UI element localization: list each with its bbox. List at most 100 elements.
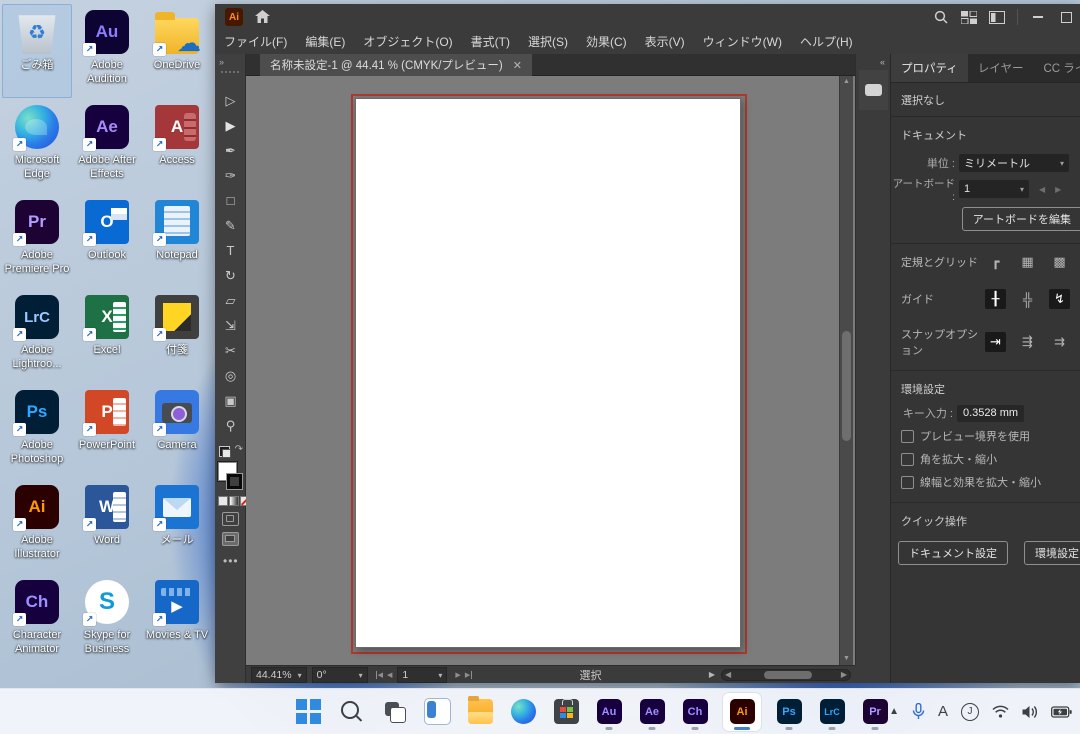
- document-setup-button[interactable]: ドキュメント設定: [898, 541, 1008, 565]
- taskbar-start-button[interactable]: [293, 693, 323, 731]
- artboard-dropdown[interactable]: 1: [959, 180, 1029, 198]
- zoom-level-dropdown[interactable]: 44.41%: [251, 667, 307, 683]
- tray-overflow-icon[interactable]: ▲: [889, 706, 899, 717]
- menu-item[interactable]: 書式(T): [462, 30, 519, 54]
- next-artboard-icon[interactable]: ▶: [455, 671, 460, 679]
- toolbar-drag-handle[interactable]: [221, 71, 239, 73]
- panel-tab[interactable]: プロパティ: [891, 54, 968, 82]
- menu-item[interactable]: 選択(S): [519, 30, 577, 54]
- desktop-icon-notepad[interactable]: Notepad: [142, 194, 212, 288]
- edit-guides-button[interactable]: ↯: [1049, 289, 1070, 309]
- rotation-dropdown[interactable]: 0°: [312, 667, 368, 683]
- previous-artboard-icon[interactable]: ◀: [387, 671, 392, 679]
- desktop-icon-skype[interactable]: S Skype for Business: [72, 574, 142, 668]
- shape-builder-tool[interactable]: ◎: [219, 363, 243, 388]
- taskbar-store[interactable]: [551, 693, 581, 731]
- menu-item[interactable]: 表示(V): [636, 30, 694, 54]
- desktop-icon-access[interactable]: A Access: [142, 99, 212, 193]
- previous-artboard-icon[interactable]: ◀: [1039, 185, 1045, 194]
- desktop-icon-recycle-bin[interactable]: ごみ箱: [2, 4, 72, 98]
- desktop-icon-mail[interactable]: メール: [142, 479, 212, 573]
- desktop-icon-photoshop[interactable]: Ps Adobe Photoshop: [2, 384, 72, 478]
- taskbar-edge[interactable]: [508, 693, 538, 731]
- desktop-icon-powerpoint[interactable]: P PowerPoint: [72, 384, 142, 478]
- gradient-button[interactable]: [229, 496, 239, 506]
- desktop-icon-word[interactable]: W Word: [72, 479, 142, 573]
- snap-to-pixel-button[interactable]: ⇉: [1049, 332, 1070, 352]
- desktop-icon-lightroom[interactable]: LrC Adobe Lightroo...: [2, 289, 72, 383]
- checkbox[interactable]: [901, 476, 914, 489]
- document-tab[interactable]: 名称未設定-1 @ 44.41 % (CMYK/プレビュー) ✕: [260, 54, 532, 76]
- desktop-icon-excel[interactable]: X Excel: [72, 289, 142, 383]
- swap-fill-stroke-icon[interactable]: ↷: [235, 444, 243, 455]
- edit-toolbar-icon[interactable]: •••: [223, 554, 239, 568]
- show-guides-button[interactable]: ╂: [985, 289, 1006, 309]
- checkbox[interactable]: [901, 453, 914, 466]
- vertical-scrollbar[interactable]: ▲ ▼: [839, 76, 853, 665]
- vertical-scroll-thumb[interactable]: [842, 331, 851, 441]
- artboard[interactable]: [355, 98, 741, 648]
- desktop-icon-after-effects[interactable]: Ae Adobe After Effects: [72, 99, 142, 193]
- scroll-up-icon[interactable]: ▲: [840, 76, 853, 88]
- illustrator-app-icon[interactable]: Ai: [225, 8, 243, 26]
- lock-guides-button[interactable]: ╬: [1017, 289, 1038, 309]
- menu-item[interactable]: 編集(E): [296, 30, 354, 54]
- snap-to-point-button[interactable]: ⇥: [985, 332, 1006, 352]
- taskbar-audition[interactable]: Au: [594, 693, 624, 731]
- artboard-number-dropdown[interactable]: 1: [397, 667, 447, 683]
- desktop-icon-sticky-notes[interactable]: 付箋: [142, 289, 212, 383]
- panel-tab[interactable]: レイヤー: [968, 54, 1034, 82]
- taskbar-after-effects[interactable]: Ae: [637, 693, 667, 731]
- collapse-panels-icon[interactable]: «: [880, 57, 885, 67]
- desktop-icon-movies-tv[interactable]: ▶ Movies & TV: [142, 574, 212, 668]
- scroll-right-icon[interactable]: ▶: [841, 670, 847, 679]
- edit-artboards-button[interactable]: アートボードを編集: [962, 207, 1080, 231]
- minimize-button[interactable]: [1024, 6, 1052, 28]
- scroll-left-icon[interactable]: ◀: [725, 670, 731, 679]
- menu-item[interactable]: ヘルプ(H): [791, 30, 862, 54]
- horizontal-scrollbar[interactable]: ◀ ▶: [721, 669, 851, 681]
- eraser-tool[interactable]: ▱: [219, 288, 243, 313]
- wifi-icon[interactable]: [992, 705, 1009, 718]
- desktop-icon-onedrive[interactable]: OneDrive: [142, 4, 212, 98]
- close-tab-icon[interactable]: ✕: [513, 59, 522, 72]
- type-tool[interactable]: T: [219, 238, 243, 263]
- ime-mode-indicator[interactable]: A: [938, 703, 948, 720]
- drawing-modes-icon[interactable]: [222, 512, 239, 526]
- color-button[interactable]: [218, 496, 228, 506]
- menu-item[interactable]: オブジェクト(O): [354, 30, 461, 54]
- ime-language-indicator[interactable]: J: [961, 703, 979, 721]
- desktop-icon-audition[interactable]: Au Adobe Audition: [72, 4, 142, 98]
- curvature-tool[interactable]: ✑: [219, 163, 243, 188]
- scale-tool[interactable]: ⇲: [219, 313, 243, 338]
- expand-toolbar-icon[interactable]: »: [219, 57, 224, 67]
- zoom-tool[interactable]: ⚲: [219, 413, 243, 438]
- selection-tool[interactable]: ▷: [219, 88, 243, 113]
- rectangle-tool[interactable]: □: [219, 188, 243, 213]
- desktop-icon-illustrator[interactable]: Ai Adobe Illustrator: [2, 479, 72, 573]
- desktop-icon-premiere[interactable]: Pr Adobe Premiere Pro: [2, 194, 72, 288]
- show-transparency-grid-button[interactable]: ▩: [1049, 252, 1070, 272]
- first-artboard-icon[interactable]: ◀: [376, 671, 383, 679]
- artboard-tool[interactable]: ▣: [219, 388, 243, 413]
- battery-icon[interactable]: [1051, 706, 1072, 718]
- preferences-button[interactable]: 環境設定: [1024, 541, 1080, 565]
- taskbar-character-animator[interactable]: Ch: [680, 693, 710, 731]
- menu-item[interactable]: ファイル(F): [215, 30, 296, 54]
- search-icon[interactable]: [927, 6, 955, 28]
- snap-to-grid-button[interactable]: ⇶: [1017, 332, 1038, 352]
- show-rulers-button[interactable]: ┏: [985, 252, 1006, 272]
- arrange-documents-icon[interactable]: [955, 6, 983, 28]
- taskbar-file-explorer[interactable]: [465, 693, 495, 731]
- pen-tool[interactable]: ✒: [219, 138, 243, 163]
- paintbrush-tool[interactable]: ✎: [219, 213, 243, 238]
- canvas[interactable]: ▲ ▼: [246, 76, 855, 665]
- last-artboard-icon[interactable]: ▶: [465, 671, 472, 679]
- horizontal-scroll-thumb[interactable]: [764, 671, 812, 679]
- menu-item[interactable]: ウィンドウ(W): [694, 30, 791, 54]
- default-fill-stroke-icon[interactable]: [219, 446, 230, 457]
- taskbar-task-view-button[interactable]: [379, 693, 409, 731]
- panel-tab[interactable]: CC ライブラリ: [1033, 54, 1080, 82]
- checkbox[interactable]: [901, 430, 914, 443]
- taskbar-photoshop[interactable]: Ps: [774, 693, 804, 731]
